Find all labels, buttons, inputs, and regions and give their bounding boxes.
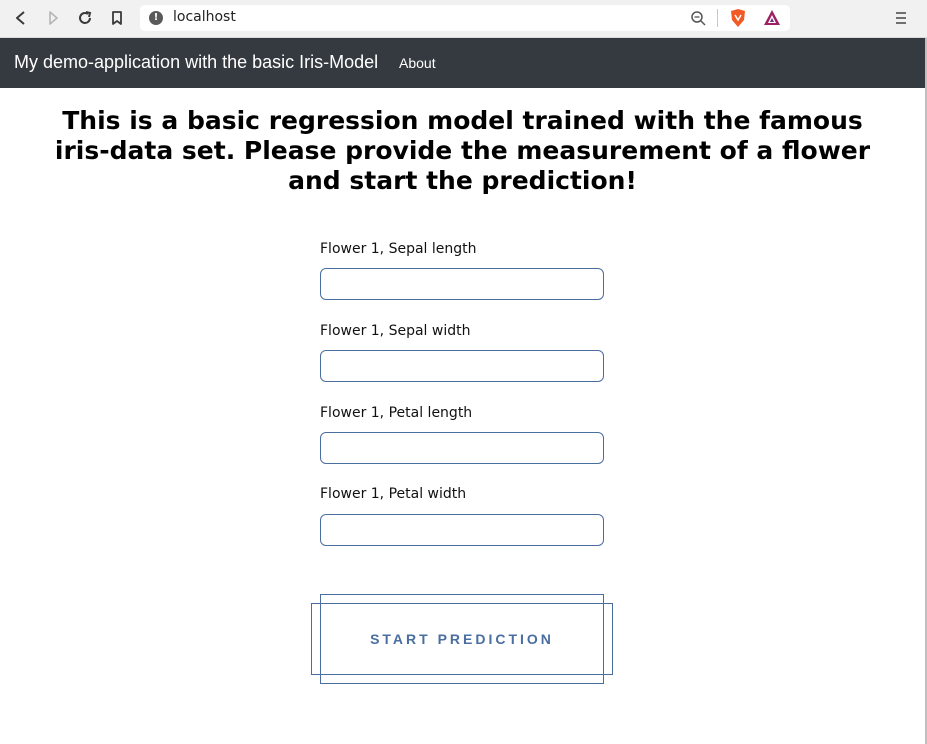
brave-shield-icon[interactable]: [728, 8, 748, 32]
zoom-icon[interactable]: [690, 10, 706, 30]
app-navbar: My demo-application with the basic Iris-…: [0, 38, 925, 88]
petal-width-label: Flower 1, Petal width: [320, 486, 467, 502]
url-text[interactable]: localhost: [173, 9, 236, 25]
divider: [717, 9, 718, 27]
start-prediction-button-wrap: START PREDICTION: [311, 594, 613, 684]
browser-toolbar: ! localhost: [0, 0, 927, 38]
sepal-width-input[interactable]: [320, 350, 604, 382]
menu-icon[interactable]: [893, 10, 909, 30]
sepal-width-label: Flower 1, Sepal width: [320, 323, 471, 339]
site-info-icon[interactable]: !: [149, 11, 163, 25]
bookmark-icon[interactable]: [108, 9, 126, 27]
navbar-brand[interactable]: My demo-application with the basic Iris-…: [14, 52, 378, 73]
petal-length-label: Flower 1, Petal length: [320, 405, 473, 421]
back-icon[interactable]: [12, 9, 30, 27]
petal-width-input[interactable]: [320, 514, 604, 546]
page-heading: This is a basic regression model trained…: [54, 106, 871, 195]
nav-link-about[interactable]: About: [399, 55, 436, 71]
forward-icon[interactable]: [44, 9, 62, 27]
sepal-length-input[interactable]: [320, 268, 604, 300]
reload-icon[interactable]: [76, 9, 94, 27]
start-prediction-button[interactable]: START PREDICTION: [320, 603, 604, 675]
petal-length-input[interactable]: [320, 432, 604, 464]
address-bar[interactable]: ! localhost: [140, 5, 790, 31]
brave-rewards-icon[interactable]: [762, 8, 782, 32]
sepal-length-label: Flower 1, Sepal length: [320, 241, 477, 257]
